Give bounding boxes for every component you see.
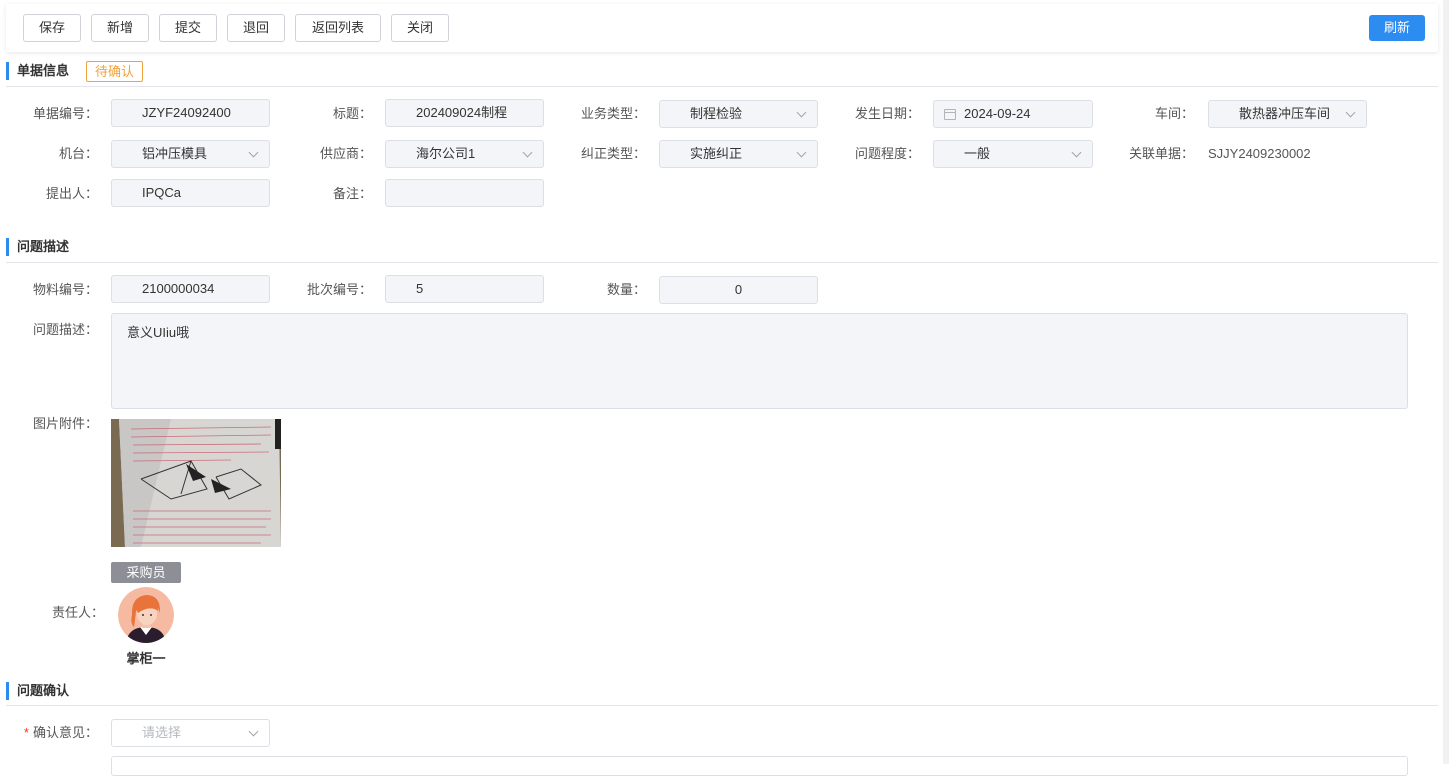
- material-no-field[interactable]: 2100000034: [111, 275, 270, 303]
- description-label: 问题描述：: [32, 322, 98, 337]
- save-button[interactable]: 保存: [23, 14, 81, 42]
- confirm-opinion-placeholder: 请选择: [142, 725, 182, 740]
- machine-select[interactable]: 铝冲压模具: [111, 140, 270, 168]
- section-title-problem-desc: 问题描述: [6, 236, 69, 258]
- doc-no-field[interactable]: JZYF24092400: [111, 99, 270, 127]
- calendar-icon: [944, 109, 956, 120]
- remark-field[interactable]: [385, 179, 544, 207]
- close-button[interactable]: 关闭: [391, 14, 449, 42]
- divider: [6, 262, 1438, 263]
- confirm-opinion-select[interactable]: 请选择: [111, 719, 270, 747]
- doc-no-label: 单据编号：: [32, 106, 98, 121]
- section-title-doc-info: 单据信息: [6, 60, 69, 82]
- biz-type-label: 业务类型：: [580, 106, 646, 121]
- scrollbar[interactable]: [1443, 0, 1449, 764]
- related-doc-value[interactable]: SJJY2409230002: [1208, 140, 1311, 168]
- subject-label: 标题：: [332, 106, 372, 121]
- quantity-field[interactable]: 0: [659, 276, 818, 304]
- add-button[interactable]: 新增: [91, 14, 149, 42]
- section-title-confirm: 问题确认: [6, 680, 69, 702]
- refresh-button[interactable]: 刷新: [1369, 15, 1425, 41]
- divider: [6, 705, 1438, 706]
- correction-type-label: 纠正类型：: [580, 146, 646, 161]
- confirm-opinion-label: * 确认意见：: [10, 719, 98, 747]
- avatar-person-icon: [118, 587, 174, 643]
- machine-label: 机台：: [58, 146, 98, 161]
- back-to-list-button[interactable]: 返回列表: [295, 14, 381, 42]
- submit-button[interactable]: 提交: [159, 14, 217, 42]
- reject-button[interactable]: 退回: [227, 14, 285, 42]
- avatar[interactable]: [118, 587, 174, 643]
- occur-date-picker[interactable]: 2024-09-24: [933, 100, 1093, 128]
- supplier-select[interactable]: 海尔公司1: [385, 140, 544, 168]
- proposer-field[interactable]: IPQCa: [111, 179, 270, 207]
- related-doc-label: 关联单据：: [1128, 146, 1194, 161]
- remark-label: 备注：: [332, 186, 372, 201]
- quantity-label: 数量：: [606, 282, 646, 297]
- confirm-opinion-label-text: 确认意见：: [32, 725, 98, 740]
- responsible-name: 掌柜一: [126, 651, 166, 666]
- occur-date-value: 2024-09-24: [964, 106, 1031, 121]
- status-badge: 待确认: [86, 61, 144, 82]
- batch-no-label: 批次编号：: [306, 282, 372, 297]
- description-textarea[interactable]: 意义UIiu哦: [111, 313, 1408, 409]
- occur-date-label: 发生日期：: [854, 106, 920, 121]
- material-no-label: 物料编号：: [32, 282, 98, 297]
- batch-no-field[interactable]: 5: [385, 275, 544, 303]
- proposer-label: 提出人：: [45, 186, 98, 201]
- confirm-notes-textarea[interactable]: [111, 756, 1408, 776]
- responsible-label: 责任人：: [51, 605, 104, 620]
- supplier-label: 供应商：: [319, 146, 372, 161]
- divider: [6, 86, 1438, 87]
- correction-type-select[interactable]: 实施纠正: [659, 140, 818, 168]
- required-mark: *: [23, 725, 29, 740]
- biz-type-select[interactable]: 制程检验: [659, 100, 818, 128]
- toolbar: 保存 新增 提交 退回 返回列表 关闭 刷新: [6, 4, 1438, 52]
- workshop-label: 车间：: [1154, 106, 1194, 121]
- severity-select[interactable]: 一般: [933, 140, 1093, 168]
- attachment-image[interactable]: [111, 419, 281, 547]
- workshop-select[interactable]: 散热器冲压车间: [1208, 100, 1367, 128]
- subject-field[interactable]: 202409024制程: [385, 99, 544, 127]
- attachment-label: 图片附件：: [32, 416, 98, 431]
- attachment-photo-icon: [111, 419, 281, 547]
- responsible-role-tag: 采购员: [111, 562, 181, 583]
- severity-label: 问题程度：: [854, 146, 920, 161]
